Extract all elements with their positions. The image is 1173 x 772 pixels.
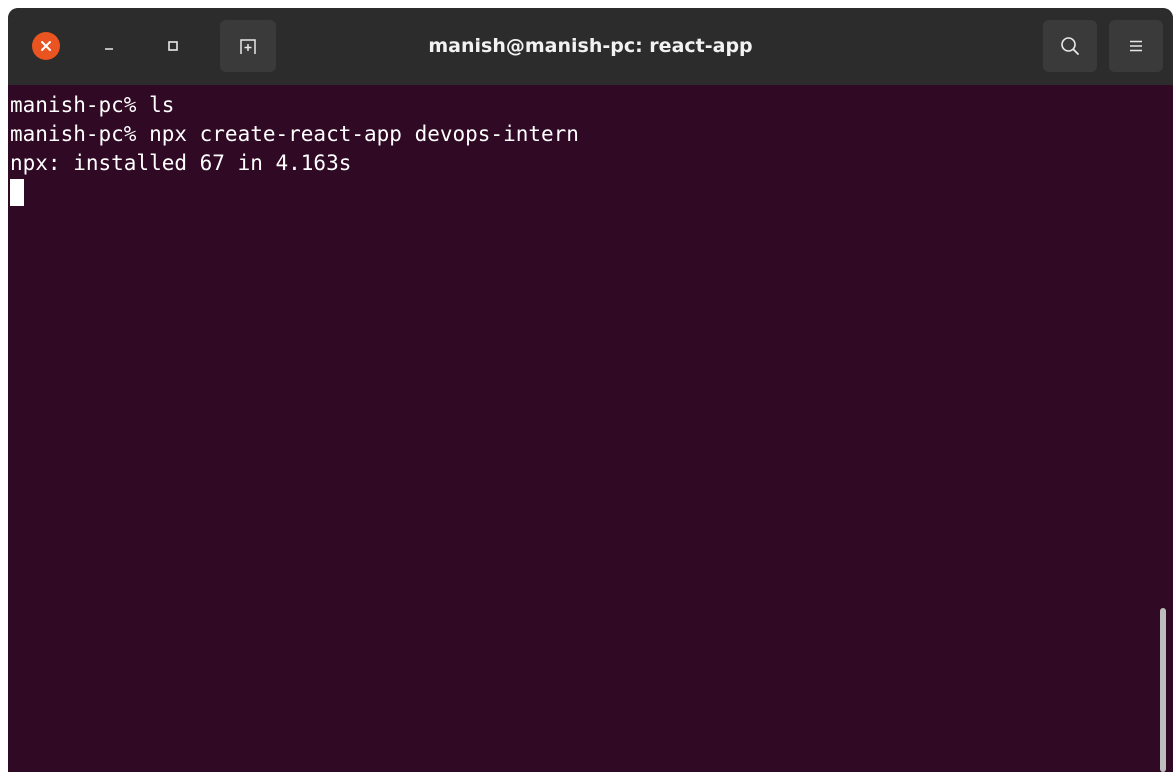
scrollbar-thumb[interactable] — [1160, 608, 1166, 772]
cursor-line — [10, 178, 1150, 207]
maximize-button[interactable] — [159, 32, 187, 60]
terminal-window: manish@manish-pc: react-app manish-pc% l… — [8, 8, 1173, 772]
maximize-icon — [168, 41, 178, 51]
minimize-icon — [105, 48, 113, 50]
close-icon — [41, 41, 51, 51]
search-button[interactable] — [1043, 20, 1097, 72]
hamburger-menu-icon — [1130, 40, 1142, 52]
title-bar[interactable]: manish@manish-pc: react-app — [8, 8, 1173, 85]
text-cursor — [10, 179, 24, 206]
minimize-button[interactable] — [95, 32, 123, 60]
search-icon — [1061, 37, 1079, 55]
window-title: manish@manish-pc: react-app — [428, 35, 753, 57]
terminal-line: npx: installed 67 in 4.163s — [10, 151, 352, 175]
terminal-line: manish-pc% npx create-react-app devops-i… — [10, 122, 579, 146]
new-tab-button[interactable] — [220, 20, 276, 72]
new-tab-icon — [240, 39, 256, 54]
close-button[interactable] — [32, 32, 60, 60]
menu-button[interactable] — [1109, 20, 1163, 72]
terminal-output[interactable]: manish-pc% ls manish-pc% npx create-reac… — [10, 91, 1150, 771]
terminal-line: manish-pc% ls — [10, 93, 175, 117]
